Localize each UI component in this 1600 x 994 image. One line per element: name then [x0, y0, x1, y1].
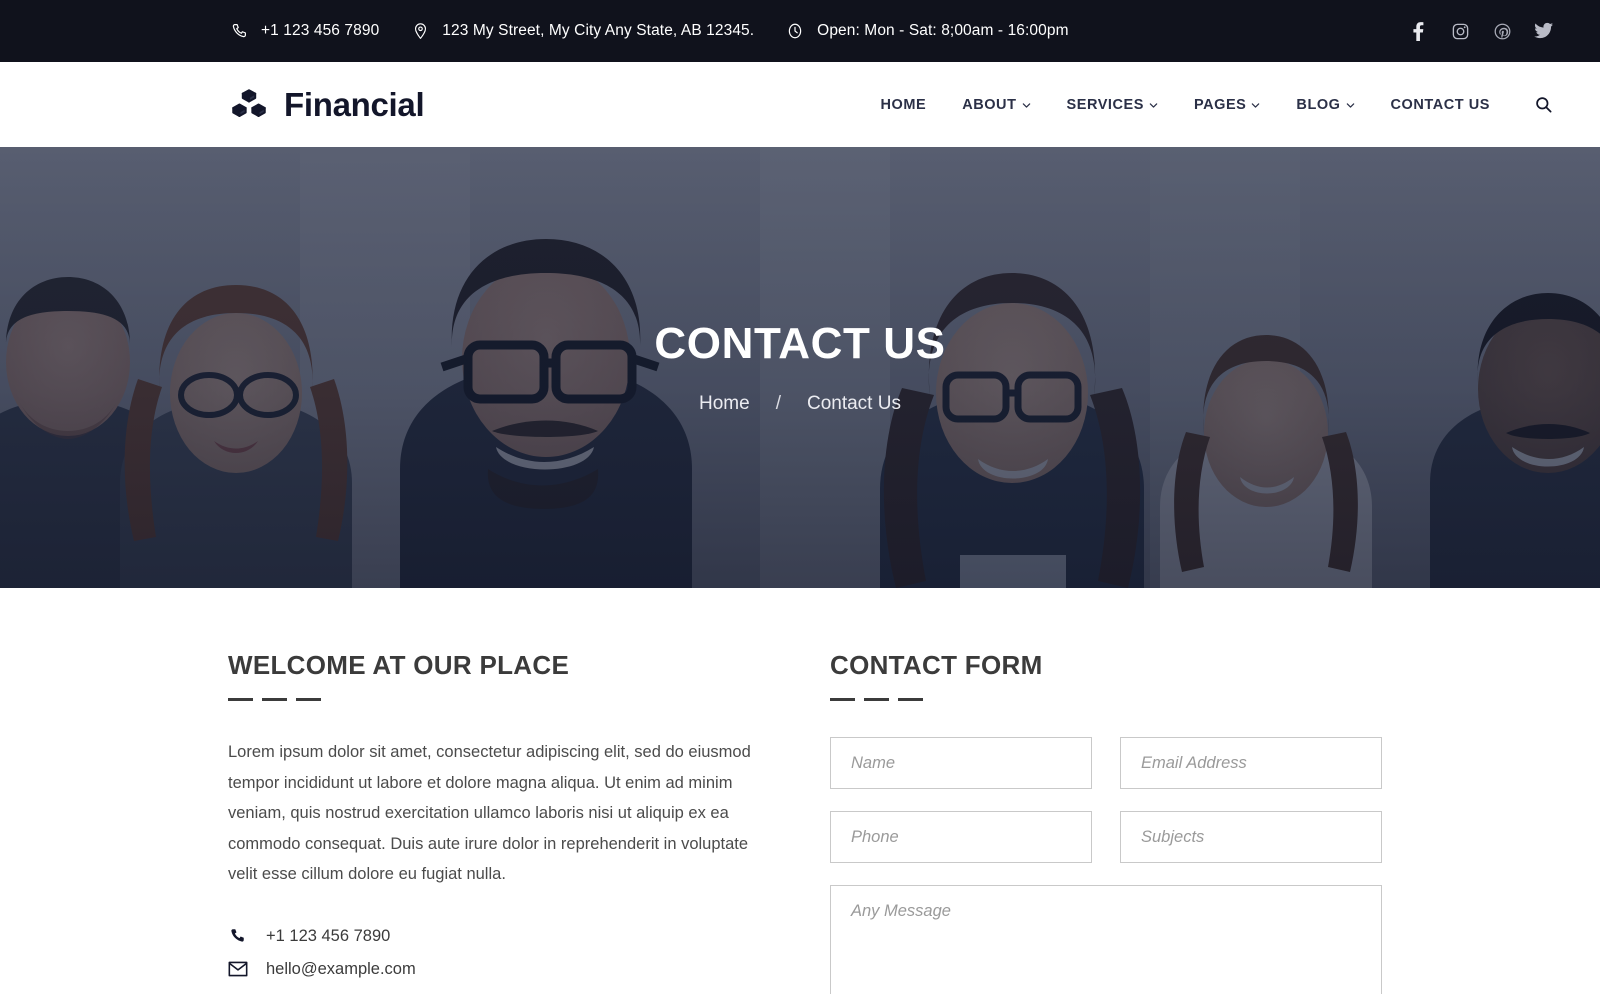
contact-form-heading: CONTACT FORM: [830, 650, 1043, 680]
chevron-down-icon: [1346, 101, 1355, 110]
breadcrumb-separator: /: [775, 392, 781, 414]
facebook-icon[interactable]: [1408, 21, 1428, 41]
contact-form-column: CONTACT FORM: [830, 650, 1382, 994]
nav-item-label: SERVICES: [1066, 96, 1144, 113]
nav-item-about[interactable]: ABOUT: [944, 97, 1048, 113]
subject-input[interactable]: [1120, 811, 1382, 863]
page-hero: CONTACT US Home / Contact Us: [0, 147, 1600, 588]
topbar-address-text: 123 My Street, My City Any State, AB 123…: [442, 22, 755, 39]
name-input[interactable]: [830, 737, 1092, 789]
form-row-1: [830, 737, 1382, 789]
heading-dashes: [830, 698, 1382, 701]
envelope-icon: [228, 961, 258, 977]
brand-logo[interactable]: Financial: [228, 84, 425, 126]
topbar-contact-group: +1 123 456 7890 123 My Street, My City A…: [228, 20, 1408, 42]
welcome-paragraph: Lorem ipsum dolor sit amet, consectetur …: [228, 743, 751, 884]
phone-icon: [228, 927, 258, 945]
brand-name: Financial: [284, 86, 425, 123]
search-icon[interactable]: [1532, 94, 1554, 116]
nav-item-label: BLOG: [1296, 96, 1341, 113]
contact-phone-text: +1 123 456 7890: [266, 926, 391, 945]
welcome-column: WELCOME AT OUR PLACE Lorem ipsum dolor s…: [228, 650, 774, 994]
topbar-hours: Open: Mon - Sat: 8;00am - 16:00pm: [784, 20, 1069, 42]
chevron-down-icon: [1149, 101, 1158, 110]
pinterest-icon[interactable]: [1492, 21, 1512, 41]
chevron-down-icon: [1022, 101, 1031, 110]
topbar-phone-text: +1 123 456 7890: [261, 22, 380, 39]
cubes-logo-icon: [228, 84, 270, 126]
breadcrumb-home[interactable]: Home: [699, 393, 750, 415]
topbar-address: 123 My Street, My City Any State, AB 123…: [409, 20, 754, 42]
twitter-icon[interactable]: [1534, 21, 1554, 41]
topbar-phone[interactable]: +1 123 456 7890: [228, 20, 379, 42]
contact-email-text: hello@example.com: [266, 959, 416, 978]
nav-item-home[interactable]: HOME: [862, 97, 944, 113]
nav-item-pages[interactable]: PAGES: [1176, 97, 1278, 113]
primary-navigation: HOME ABOUT SERVICES PAGES BLOG CONTACT U…: [862, 94, 1554, 116]
form-row-2: [830, 811, 1382, 863]
contact-form: [830, 737, 1382, 994]
topbar-hours-text: Open: Mon - Sat: 8;00am - 16:00pm: [817, 22, 1069, 39]
nav-item-label: PAGES: [1193, 96, 1247, 113]
welcome-heading: WELCOME AT OUR PLACE: [228, 650, 570, 680]
social-links: [1408, 21, 1554, 41]
message-textarea[interactable]: [830, 885, 1382, 994]
instagram-icon[interactable]: [1450, 21, 1470, 41]
nav-item-label: HOME: [880, 96, 927, 113]
map-pin-icon: [409, 20, 431, 42]
site-header: Financial HOME ABOUT SERVICES PAGES BLOG: [0, 62, 1600, 147]
page-title: CONTACT US: [654, 319, 946, 369]
nav-item-contact-us[interactable]: CONTACT US: [1373, 97, 1508, 113]
main-content: WELCOME AT OUR PLACE Lorem ipsum dolor s…: [0, 588, 1600, 994]
contact-details: +1 123 456 7890 hello@example.com: [228, 920, 774, 986]
nav-item-label: CONTACT US: [1390, 96, 1490, 113]
hero-content: CONTACT US Home / Contact Us: [654, 319, 946, 415]
breadcrumb-current: Contact Us: [806, 392, 901, 414]
nav-item-services[interactable]: SERVICES: [1049, 97, 1176, 113]
heading-dashes: [228, 698, 774, 701]
top-info-bar: +1 123 456 7890 123 My Street, My City A…: [0, 0, 1600, 62]
breadcrumb: Home / Contact Us: [654, 393, 945, 415]
phone-icon: [228, 20, 250, 42]
chevron-down-icon: [1251, 101, 1260, 110]
nav-item-blog[interactable]: BLOG: [1278, 97, 1372, 113]
contact-phone-row[interactable]: +1 123 456 7890: [228, 920, 774, 953]
nav-item-label: ABOUT: [962, 96, 1017, 113]
phone-input[interactable]: [830, 811, 1092, 863]
contact-email-row[interactable]: hello@example.com: [228, 953, 774, 986]
email-input[interactable]: [1120, 737, 1382, 789]
clock-icon: [784, 20, 806, 42]
